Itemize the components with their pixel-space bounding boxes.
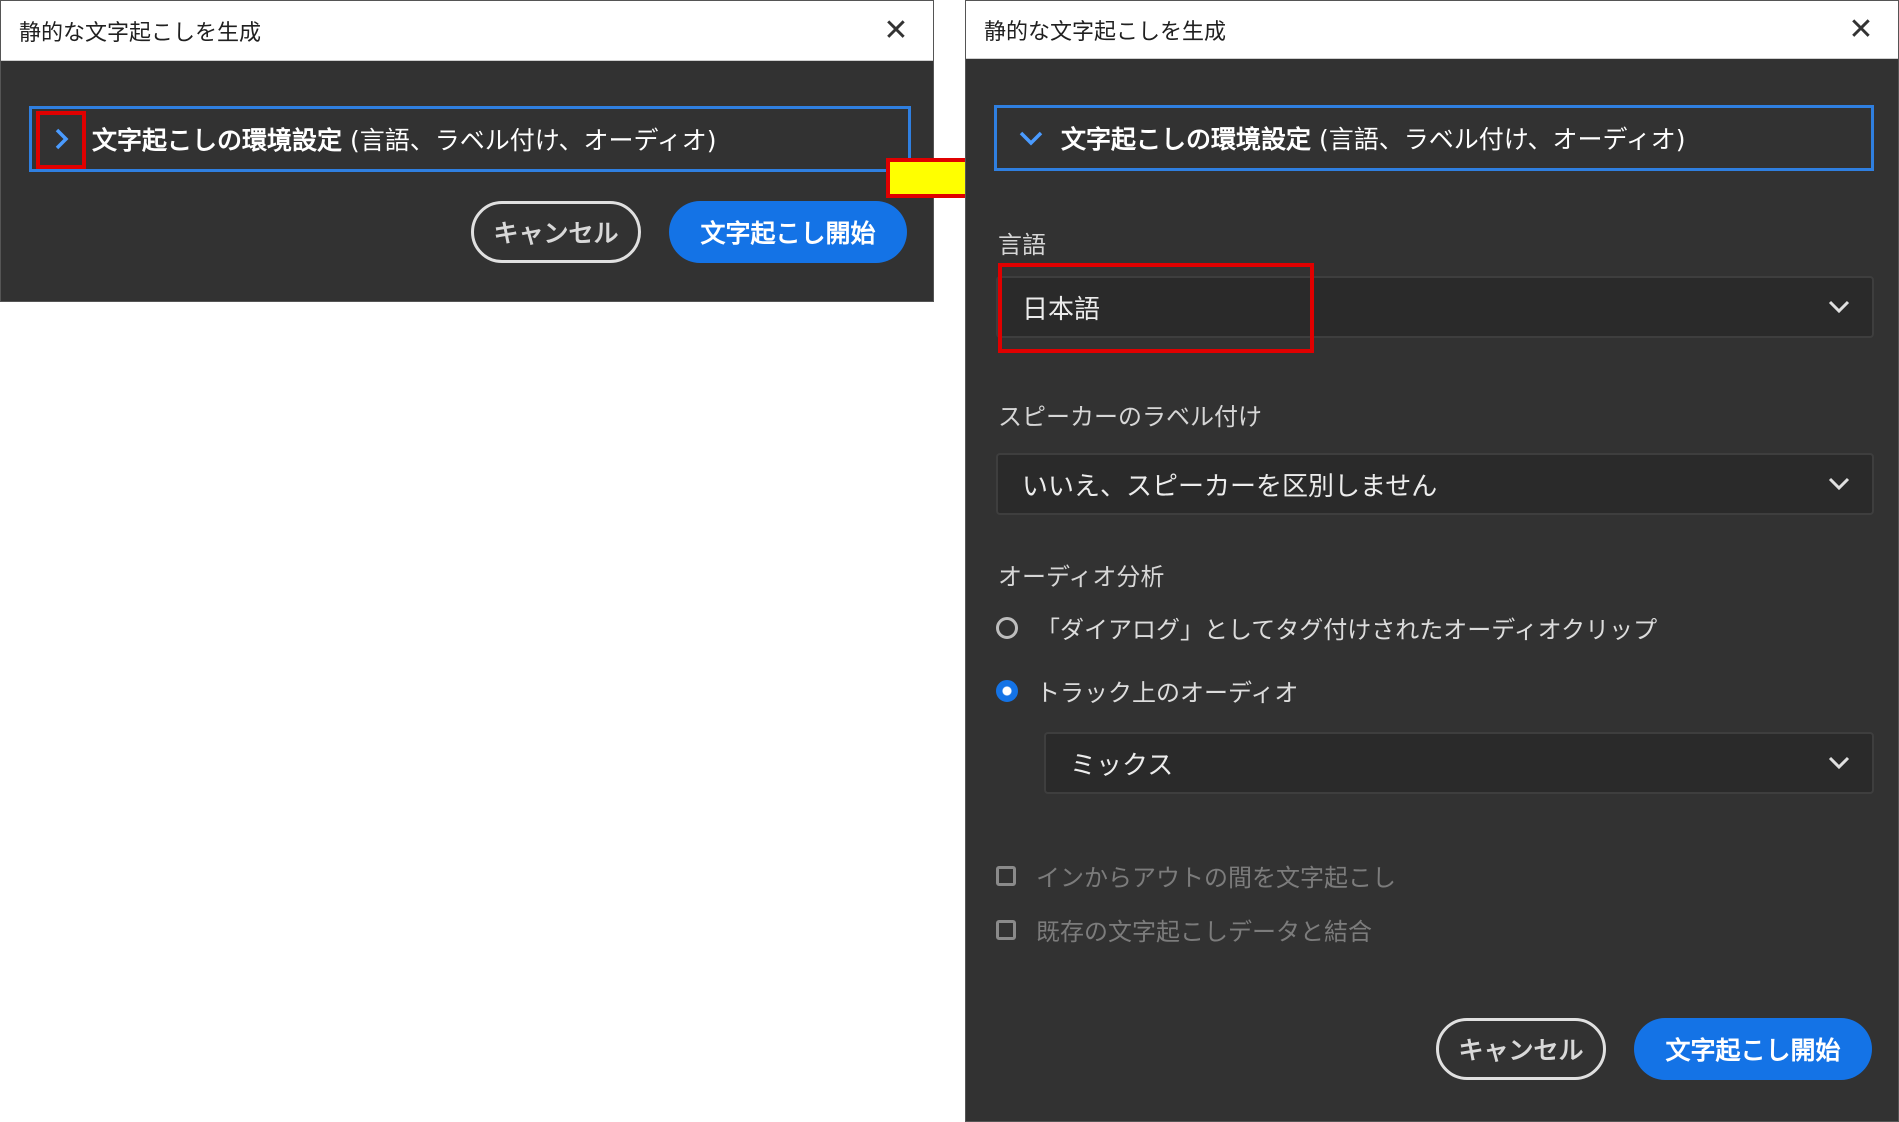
chevron-down-icon bbox=[1828, 477, 1850, 491]
transcript-dialog-expanded: 静的な文字起こしを生成 ✕ 文字起こしの環境設定 (言語、ラベル付け、オーディオ… bbox=[965, 0, 1899, 1122]
checkbox[interactable] bbox=[996, 919, 1016, 940]
checkbox[interactable] bbox=[996, 865, 1016, 886]
track-audio-value: ミックス bbox=[1070, 750, 1174, 781]
chevron-down-icon bbox=[1828, 756, 1850, 770]
chevron-down-icon[interactable] bbox=[1011, 113, 1051, 163]
speaker-labeling-label: スピーカーのラベル付け bbox=[998, 403, 1262, 431]
cancel-button[interactable]: キャンセル bbox=[1436, 1018, 1606, 1080]
close-icon[interactable]: ✕ bbox=[879, 13, 913, 48]
speaker-labeling-value: いいえ、スピーカーを区別しません bbox=[1022, 471, 1438, 502]
radio-label: 「ダイアログ」としてタグ付けされたオーディオクリップ bbox=[1036, 616, 1658, 644]
section-title: 文字起こしの環境設定 bbox=[1061, 125, 1312, 154]
audio-analysis-label: オーディオ分析 bbox=[998, 563, 1165, 591]
radio-label: トラック上のオーディオ bbox=[1036, 679, 1299, 707]
dialog-title: 静的な文字起こしを生成 bbox=[19, 20, 262, 46]
chevron-down-icon bbox=[1828, 300, 1850, 314]
start-transcription-button[interactable]: 文字起こし開始 bbox=[669, 201, 907, 263]
chevron-right-icon[interactable] bbox=[42, 114, 82, 164]
transcript-dialog-collapsed: 静的な文字起こしを生成 ✕ 文字起こしの環境設定 (言語、ラベル付け、オーディオ… bbox=[0, 0, 934, 302]
dialog-titlebar: 静的な文字起こしを生成 ✕ bbox=[966, 1, 1898, 59]
language-value: 日本語 bbox=[1022, 294, 1101, 325]
language-label: 言語 bbox=[998, 231, 1046, 259]
checkbox-in-out-range[interactable]: インからアウトの間を文字起こし bbox=[996, 858, 1396, 893]
language-dropdown[interactable]: 日本語 bbox=[996, 276, 1874, 338]
radio-button-selected[interactable] bbox=[996, 679, 1018, 702]
checkbox-label: 既存の文字起こしデータと結合 bbox=[1036, 918, 1372, 946]
speaker-labeling-dropdown[interactable]: いいえ、スピーカーを区別しません bbox=[996, 453, 1874, 515]
track-audio-dropdown[interactable]: ミックス bbox=[1044, 732, 1874, 794]
dialog-titlebar: 静的な文字起こしを生成 ✕ bbox=[1, 1, 933, 61]
section-title: 文字起こしの環境設定 bbox=[92, 126, 343, 155]
radio-dialog-clips[interactable]: 「ダイアログ」としてタグ付けされたオーディオクリップ bbox=[996, 610, 1657, 645]
cancel-button[interactable]: キャンセル bbox=[471, 201, 641, 263]
section-subtitle: (言語、ラベル付け、オーディオ) bbox=[1311, 125, 1686, 154]
transcription-preferences-header[interactable]: 文字起こしの環境設定 (言語、ラベル付け、オーディオ) bbox=[29, 106, 911, 172]
start-transcription-button[interactable]: 文字起こし開始 bbox=[1634, 1018, 1872, 1080]
radio-track-audio[interactable]: トラック上のオーディオ bbox=[996, 673, 1298, 708]
checkbox-merge-existing[interactable]: 既存の文字起こしデータと結合 bbox=[996, 912, 1372, 947]
radio-button[interactable] bbox=[996, 616, 1018, 639]
checkbox-label: インからアウトの間を文字起こし bbox=[1036, 864, 1396, 892]
section-subtitle: (言語、ラベル付け、オーディオ) bbox=[342, 126, 717, 155]
transcription-preferences-header[interactable]: 文字起こしの環境設定 (言語、ラベル付け、オーディオ) bbox=[994, 105, 1874, 171]
close-icon[interactable]: ✕ bbox=[1844, 12, 1878, 47]
dialog-title: 静的な文字起こしを生成 bbox=[984, 19, 1227, 45]
